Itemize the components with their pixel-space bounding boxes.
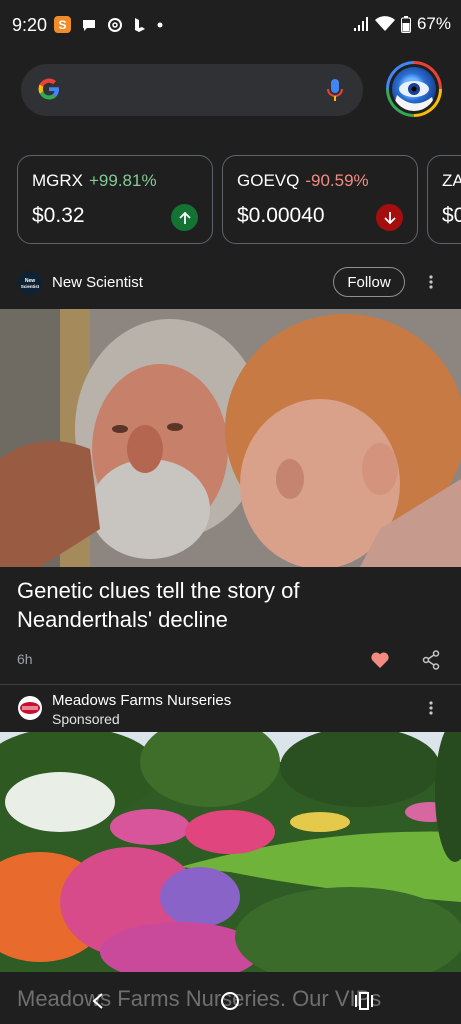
sponsored-label: Sponsored [52, 711, 120, 727]
stock-price: $0.32 [32, 204, 85, 227]
battery-percent: 67% [416, 14, 451, 33]
search-bar[interactable] [21, 64, 363, 116]
system-nav-bar [0, 978, 461, 1024]
message-bubble-icon [83, 19, 95, 31]
avatar-image [392, 67, 436, 111]
article-image-neanderthals[interactable] [0, 309, 461, 567]
divider [0, 684, 461, 685]
stock-card-mgrx[interactable]: MGRX +99.81% $0.32 [17, 155, 213, 244]
down-arrow-icon [376, 204, 403, 231]
stock-change: +99.81% [89, 171, 157, 190]
signal-icon [353, 17, 368, 31]
system-status-icons: 67% [353, 14, 451, 34]
sponsor-source[interactable]: Meadows Farms Nurseries [52, 692, 231, 709]
bing-icon [135, 17, 145, 32]
up-arrow-icon [171, 204, 198, 231]
stock-change: -90.59% [305, 171, 369, 190]
battery-icon [400, 15, 411, 33]
stock-ticker: ZA [442, 171, 461, 190]
stock-ticker: MGRX [32, 171, 83, 190]
mic-icon[interactable] [327, 78, 343, 102]
google-g-icon [38, 78, 59, 100]
notification-icons: S [54, 16, 163, 33]
dot-icon [157, 22, 163, 27]
wifi-icon [374, 16, 395, 31]
follow-button[interactable]: Follow [333, 267, 405, 297]
more-options-icon[interactable] [424, 272, 438, 292]
profile-avatar[interactable] [386, 61, 442, 117]
article-source[interactable]: New Scientist [52, 274, 143, 291]
stock-card-partial[interactable]: ZA $0 [427, 155, 461, 244]
more-options-icon[interactable] [424, 698, 438, 718]
meadows-farms-logo [18, 696, 42, 720]
svg-text:Scientist: Scientist [21, 284, 40, 289]
article-headline[interactable]: Genetic clues tell the story of Neandert… [17, 576, 437, 634]
recents-icon[interactable] [349, 986, 379, 1016]
back-icon[interactable] [83, 986, 113, 1016]
stock-price: $0.00040 [237, 204, 325, 227]
threads-icon [108, 17, 122, 32]
status-bar: 9:20 S 67% [0, 0, 461, 52]
stock-ticker: GOEVQ [237, 171, 300, 190]
heart-icon[interactable] [370, 650, 390, 675]
status-time: 9:20 [12, 15, 48, 35]
eye-illustration-icon [392, 81, 436, 111]
s-app-icon: S [54, 16, 71, 33]
stock-cards: MGRX +99.81% $0.32 GOEVQ -90.59% $0.00040 … [17, 155, 461, 245]
stock-price: $0 [442, 204, 461, 227]
stock-card-goevq[interactable]: GOEVQ -90.59% $0.00040 [222, 155, 418, 244]
new-scientist-logo: New Scientist [18, 271, 42, 295]
share-icon[interactable] [422, 650, 440, 675]
article-image-garden[interactable] [0, 732, 461, 972]
article-age: 6h [17, 651, 33, 667]
home-icon[interactable] [215, 986, 245, 1016]
